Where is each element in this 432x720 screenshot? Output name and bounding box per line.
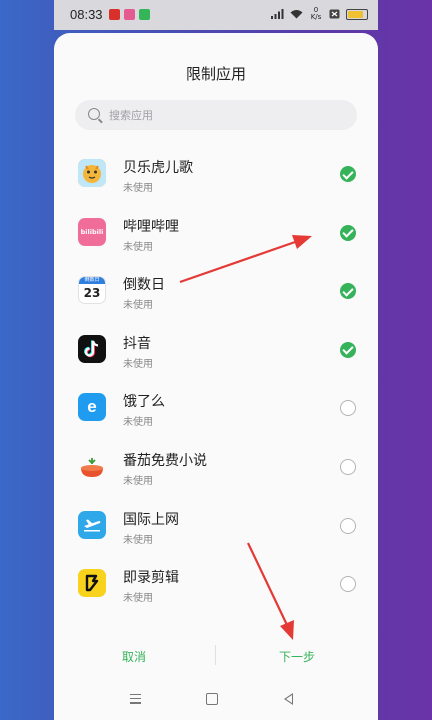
airplane-app-icon	[78, 510, 106, 539]
list-item[interactable]: 倒数日 23 倒数日 未使用	[54, 262, 378, 321]
search-input[interactable]	[109, 100, 339, 130]
menu-icon[interactable]	[130, 694, 141, 707]
next-step-button[interactable]: 下一步	[279, 648, 315, 665]
wifi-icon	[290, 10, 303, 19]
tomato-app-icon	[78, 451, 106, 480]
app-usage: 未使用	[123, 475, 153, 487]
calendar-app-icon: 倒数日 23	[78, 276, 106, 305]
app-usage: 未使用	[123, 183, 153, 194]
app-usage: 未使用	[123, 534, 153, 546]
status-time: 08:33	[70, 7, 103, 22]
list-item[interactable]: 抖音 未使用	[54, 321, 378, 380]
sheet-title: 限制应用	[185, 65, 246, 83]
list-item[interactable]: e 饿了么 未使用	[54, 379, 378, 438]
app-list: 贝乐虎儿歌 未使用 bilibili 哔哩哔哩 未使用 倒数日 23 倒数日 未…	[54, 145, 378, 614]
app-usage: 未使用	[123, 300, 153, 312]
video-editor-app-icon	[78, 569, 106, 598]
app-usage: 未使用	[123, 358, 153, 370]
app-name: 抖音	[123, 335, 151, 352]
search-icon	[88, 108, 100, 120]
app-name: 哔哩哔哩	[123, 218, 179, 235]
select-checkbox[interactable]	[340, 576, 356, 593]
notification-icon	[124, 9, 135, 20]
notification-icon	[139, 9, 150, 20]
search-bar[interactable]	[75, 100, 357, 130]
select-checkbox[interactable]	[340, 400, 356, 417]
signal-icon	[271, 9, 284, 19]
calendar-day: 23	[83, 286, 101, 301]
action-bar: 取消 下一步	[54, 641, 378, 671]
app-usage: 未使用	[123, 593, 153, 605]
eleme-logo: e	[87, 397, 97, 417]
tiktok-app-icon	[78, 334, 106, 363]
notification-icon	[109, 9, 120, 20]
battery-icon	[346, 8, 368, 20]
list-item[interactable]: 贝乐虎儿歌 未使用	[54, 145, 378, 204]
list-item[interactable]: bilibili 哔哩哔哩 未使用	[54, 204, 378, 263]
select-checkbox[interactable]	[340, 224, 356, 241]
app-name: 贝乐虎儿歌	[123, 160, 193, 176]
app-name: 番茄免费小说	[123, 452, 207, 469]
select-checkbox[interactable]	[340, 166, 356, 182]
select-checkbox[interactable]	[340, 458, 356, 475]
eleme-app-icon: e	[78, 393, 106, 422]
app-name: 国际上网	[123, 511, 179, 528]
back-icon[interactable]	[284, 693, 293, 705]
status-indicators: 0 K/s	[271, 7, 368, 21]
restrict-apps-sheet: 限制应用 贝乐虎儿歌 未使用 bilibili 哔哩哔哩 未使用 倒数日	[54, 33, 378, 720]
status-bar: 08:33 0 K/s	[54, 0, 378, 30]
tiger-app-icon	[78, 159, 106, 187]
bilibili-app-icon: bilibili	[78, 217, 106, 246]
app-usage: 未使用	[123, 241, 153, 253]
bilibili-logo-text: bilibili	[80, 227, 104, 236]
cancel-button[interactable]: 取消	[122, 648, 146, 665]
app-name: 倒数日	[123, 277, 165, 294]
divider	[215, 645, 216, 665]
calendar-header: 倒数日	[79, 277, 105, 285]
list-item[interactable]: 番茄免费小说 未使用	[54, 438, 378, 497]
home-icon[interactable]	[206, 693, 218, 705]
list-item[interactable]: 国际上网 未使用	[54, 497, 378, 556]
app-usage: 未使用	[123, 417, 153, 429]
system-nav-bar	[54, 686, 378, 716]
network-speed: 0 K/s	[310, 6, 322, 21]
select-checkbox[interactable]	[340, 283, 356, 300]
close-box-icon	[329, 9, 340, 19]
app-name: 饿了么	[123, 394, 165, 411]
list-item[interactable]: 即录剪辑 未使用	[54, 555, 378, 614]
select-checkbox[interactable]	[340, 341, 356, 358]
app-name: 即录剪辑	[123, 570, 179, 587]
select-checkbox[interactable]	[340, 517, 356, 534]
